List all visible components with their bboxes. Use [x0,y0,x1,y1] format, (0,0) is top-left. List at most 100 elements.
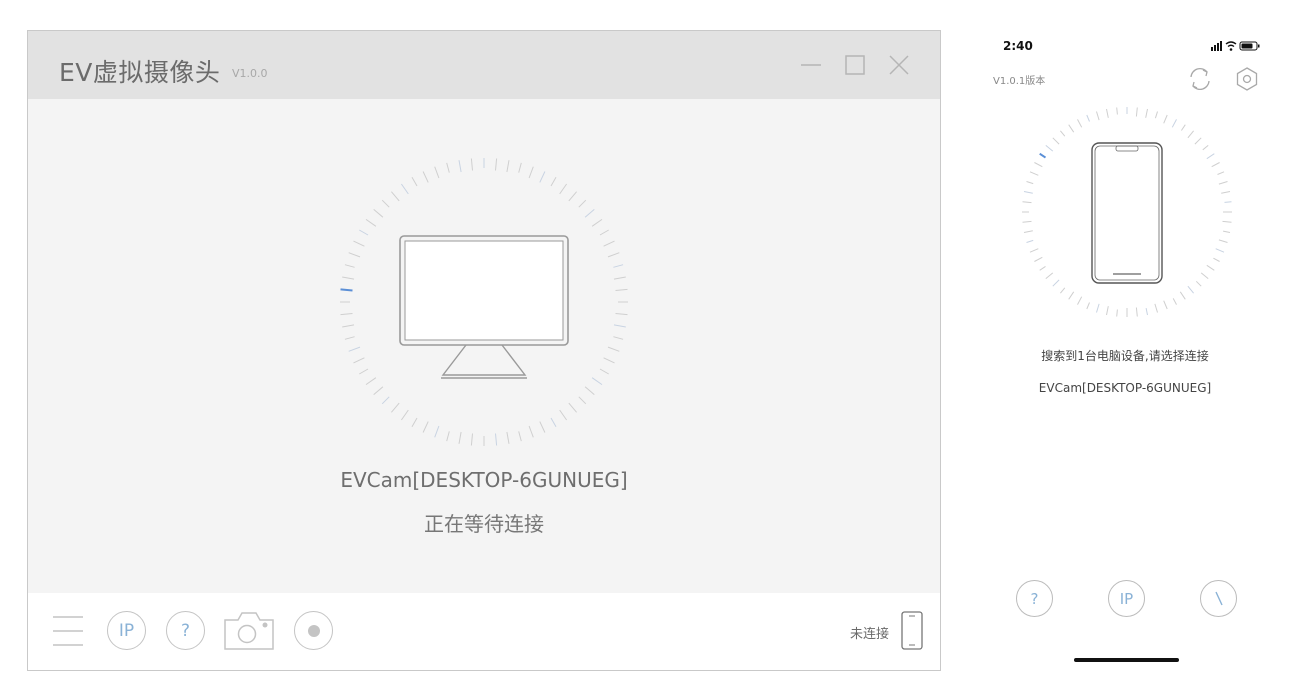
dial-tick [1187,130,1194,139]
dial-tick [434,166,440,179]
dial-tick [344,264,355,268]
dial-tick [1171,119,1177,128]
phone-history-button[interactable] [1200,580,1237,617]
hamburger-menu-icon [53,616,83,646]
dial-tick [1029,171,1039,176]
maximize-button[interactable] [843,53,867,77]
phone-ip-button[interactable]: IP [1108,580,1145,617]
dial-tick [613,336,624,340]
dial-tick [1145,308,1148,316]
dial-tick [1194,137,1202,145]
dial-tick [1026,181,1034,185]
settings-button[interactable] [1234,66,1260,92]
dial-tick [603,357,615,364]
dial-tick [1206,153,1215,160]
dial-tick [1045,272,1054,279]
battery-icon [1239,41,1260,51]
dial-tick [506,431,510,444]
minimize-icon [801,64,821,66]
dial-tick [458,431,462,444]
dial-tick [1034,162,1043,168]
dial-tick [422,421,429,433]
dial-tick [1096,303,1100,313]
dial-tick [568,402,577,413]
dial-tick [599,368,609,375]
dial-tick [1077,119,1083,128]
dial-tick [506,160,510,173]
dial-tick [559,409,568,421]
dial-tick [599,229,609,236]
dial-tick [400,183,409,195]
record-button[interactable] [294,611,333,650]
dial-tick [1106,108,1109,118]
dial-tick [1039,265,1046,271]
signal-icon [1211,41,1222,51]
close-button[interactable] [887,53,911,77]
dial-tick [1217,171,1225,175]
record-dot-icon [307,624,320,637]
dial-tick [550,417,557,427]
dial-tick [1052,279,1060,287]
search-result-text: 搜索到1台电脑设备,请选择连接 [1041,349,1209,363]
smartphone-icon [1091,142,1163,284]
dial-tick [1023,191,1033,194]
dial-tick [607,252,620,258]
status-bar-icons [1211,41,1260,51]
dial-tick [1172,298,1177,305]
dial-tick [353,357,365,364]
minimize-button[interactable] [799,53,823,77]
dial-tick-active [1039,152,1047,159]
dial-tick [559,183,568,195]
dial-tick [470,433,473,446]
dial-tick [1023,230,1033,233]
dial-tick [495,433,498,446]
dial-tick [1022,220,1032,223]
phone-help-label: ? [1030,589,1039,608]
dial-tick [613,264,624,268]
ip-button[interactable]: IP [107,611,146,650]
dial-tick [344,336,355,340]
dial-tick [381,396,390,405]
dial-tick [365,377,377,386]
dial-tick [348,346,361,352]
main-area: EVCam[DESKTOP-6GUNUEG] 正在等待连接 [28,99,940,593]
refresh-icon [1190,68,1210,90]
dial-tick [342,324,355,328]
dial-tick [1211,162,1220,168]
dial-tick [1221,191,1231,194]
camera-icon [224,612,274,650]
dial-tick [1215,248,1225,253]
dial-tick [539,421,546,433]
dial-tick [1200,272,1209,279]
dial-tick [1116,107,1118,115]
phone-app-version: V1.0.1版本 [993,76,1046,87]
menu-button[interactable] [53,613,83,649]
phone-status-indicator [901,611,923,651]
dial-tick [578,199,587,208]
dial-tick [578,396,587,405]
dial-tick [1195,280,1202,287]
snapshot-button[interactable] [223,610,275,652]
device-list-item[interactable]: EVCam[DESKTOP-6GUNUEG] [975,381,1275,395]
help-button[interactable]: ? [166,611,205,650]
status-bar-time: 2:40 [1003,39,1033,53]
dial-tick [342,276,355,280]
dial-tick [1206,264,1215,271]
dial-tick [1218,239,1228,243]
dial-tick [591,377,603,386]
dial-tick [458,160,462,173]
refresh-button[interactable] [1187,66,1213,92]
clock-hand-icon [1214,591,1223,605]
help-label: ? [180,620,191,641]
connection-status-label: 未连接 [850,627,890,642]
dial-tick [391,191,400,202]
phone-help-button[interactable]: ? [1016,580,1053,617]
dial-tick [1077,296,1083,305]
dial-tick [603,240,615,247]
dial-tick [615,313,628,316]
dial-tick [1202,145,1209,151]
dial-tick [1135,107,1138,117]
footer-toolbar: IP ? 未连接 [28,593,940,670]
app-title: EV虚拟摄像头 [59,58,221,87]
dial-tick [1218,181,1228,185]
